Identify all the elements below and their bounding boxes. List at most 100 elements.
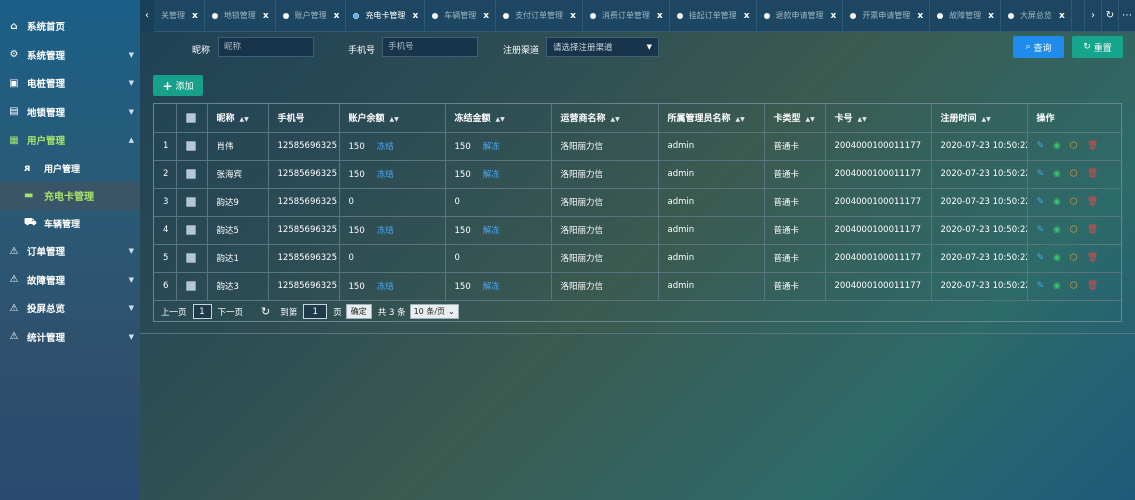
add-button[interactable]: + 添加 (153, 75, 203, 96)
edit-icon[interactable]: ✎ (1037, 281, 1045, 291)
sort-icon[interactable]: ▲▼ (611, 116, 620, 123)
current-page[interactable]: 1 (192, 304, 212, 319)
close-icon[interactable]: x (831, 11, 837, 21)
close-icon[interactable]: x (483, 11, 489, 21)
column-header-nickname[interactable]: 昵称 ▲▼ (207, 104, 269, 133)
view-icon[interactable]: ◉ (1053, 281, 1061, 291)
sort-icon[interactable]: ▲▼ (240, 116, 249, 123)
tab-refund-requests[interactable]: 退款申请管理 x (757, 0, 844, 32)
tab-payment-orders[interactable]: 支付订单管理 x (496, 0, 583, 32)
column-header-frozen[interactable]: 冻结金额 ▲▼ (445, 104, 552, 133)
column-header-card-no[interactable]: 卡号 ▲▼ (825, 104, 932, 133)
close-icon[interactable]: x (263, 11, 269, 21)
nav-item-statistics[interactable]: ⚠ 统计管理 ▼ (0, 323, 140, 352)
tab-fault-management[interactable]: 故障管理 x (930, 0, 1001, 32)
edit-icon[interactable]: ✎ (1037, 225, 1045, 235)
sort-icon[interactable]: ▲▼ (982, 116, 991, 123)
edit-icon[interactable]: ✎ (1037, 141, 1045, 151)
sort-icon[interactable]: ▲▼ (496, 116, 505, 123)
phone-input[interactable] (382, 37, 478, 57)
sort-icon[interactable]: ▲▼ (390, 116, 399, 123)
refresh-icon[interactable]: ↻ (261, 305, 270, 318)
delete-icon[interactable]: 🗑 (1087, 225, 1098, 235)
nickname-input[interactable] (218, 37, 314, 57)
edit-icon[interactable]: ✎ (1037, 197, 1045, 207)
nav-item-faults[interactable]: ⚠ 故障管理 ▼ (0, 266, 140, 295)
package-icon[interactable]: ⬡ (1070, 141, 1078, 151)
row-checkbox[interactable] (185, 140, 196, 151)
row-checkbox[interactable] (185, 280, 196, 291)
unfreeze-link[interactable]: 解冻 (483, 282, 500, 292)
unfreeze-link[interactable]: 解冻 (483, 142, 500, 152)
delete-icon[interactable]: 🗑 (1087, 141, 1098, 151)
refresh-button[interactable]: ↻ (1101, 0, 1118, 32)
view-icon[interactable]: ◉ (1053, 253, 1061, 263)
column-header-balance[interactable]: 账户余额 ▲▼ (339, 104, 446, 133)
tab-vehicle-management[interactable]: 车辆管理 x (425, 0, 497, 32)
delete-icon[interactable]: 🗑 (1087, 169, 1098, 179)
nav-item-system[interactable]: ⚙ 系统管理 ▼ (0, 41, 140, 70)
next-page-button[interactable]: 下一页 (218, 306, 244, 318)
package-icon[interactable]: ⬡ (1070, 197, 1078, 207)
close-icon[interactable]: x (1059, 11, 1065, 21)
close-icon[interactable]: x (988, 11, 994, 21)
goto-page-input[interactable]: 1 (303, 304, 328, 319)
tab-invoice-requests[interactable]: 开票申请管理 x (843, 0, 931, 32)
tab-big-screen[interactable]: 大屏总览 x (1001, 0, 1072, 32)
sub-item-charge-card[interactable]: ▬ 充电卡管理 (0, 182, 140, 210)
view-icon[interactable]: ◉ (1053, 141, 1061, 151)
column-header-reg-time[interactable]: 注册时间 ▲▼ (931, 104, 1028, 133)
package-icon[interactable]: ⬡ (1070, 169, 1078, 179)
tab-pending-orders[interactable]: 挂起订单管理 x (670, 0, 757, 32)
tab-scroll-right-button[interactable]: › (1084, 0, 1101, 32)
row-checkbox[interactable] (185, 196, 196, 207)
more-button[interactable]: ⋯ (1118, 0, 1135, 32)
tab-close-management[interactable]: 关管理 x (154, 0, 205, 32)
freeze-link[interactable]: 冻结 (377, 170, 394, 180)
close-icon[interactable]: x (917, 11, 923, 21)
row-checkbox[interactable] (185, 224, 196, 235)
column-header-operator[interactable]: 运营商名称 ▲▼ (551, 104, 659, 133)
tab-lock-management[interactable]: 地锁管理 x (205, 0, 276, 32)
close-icon[interactable]: x (744, 11, 750, 21)
unfreeze-link[interactable]: 解冻 (483, 226, 500, 236)
reset-button[interactable]: ↻ 重置 (1072, 36, 1123, 58)
row-checkbox[interactable] (185, 168, 196, 179)
package-icon[interactable]: ⬡ (1070, 225, 1078, 235)
sort-icon[interactable]: ▲▼ (736, 116, 745, 123)
nav-item-orders[interactable]: ⚠ 订单管理 ▼ (0, 237, 140, 266)
channel-select[interactable]: 请选择注册渠道 ▼ (546, 37, 659, 57)
tab-consume-orders[interactable]: 消费订单管理 x (583, 0, 670, 32)
goto-confirm-button[interactable]: 确定 (345, 304, 372, 319)
close-icon[interactable]: x (570, 11, 576, 21)
freeze-link[interactable]: 冻结 (377, 142, 394, 152)
column-header-card-type[interactable]: 卡类型 ▲▼ (764, 104, 826, 133)
sort-icon[interactable]: ▲▼ (806, 116, 815, 123)
sort-icon[interactable]: ▲▼ (858, 116, 867, 123)
freeze-link[interactable]: 冻结 (377, 226, 394, 236)
delete-icon[interactable]: 🗑 (1087, 197, 1098, 207)
sub-item-vehicles[interactable]: ⛟ 车辆管理 (0, 210, 140, 238)
close-icon[interactable]: x (192, 11, 198, 21)
edit-icon[interactable]: ✎ (1037, 169, 1045, 179)
package-icon[interactable]: ⬡ (1070, 281, 1078, 291)
nav-item-user-management[interactable]: ▦ 用户管理 ▲ (0, 126, 140, 155)
select-all-checkbox[interactable] (185, 112, 196, 123)
nav-item-screen-overview[interactable]: ⚠ 投屏总览 ▼ (0, 294, 140, 323)
delete-icon[interactable]: 🗑 (1087, 253, 1098, 263)
nav-item-lock[interactable]: ▤ 地锁管理 ▼ (0, 98, 140, 127)
freeze-link[interactable]: 冻结 (377, 282, 394, 292)
edit-icon[interactable]: ✎ (1037, 253, 1045, 263)
tab-scroll-left-button[interactable]: ‹ (140, 0, 154, 32)
view-icon[interactable]: ◉ (1053, 225, 1061, 235)
package-icon[interactable]: ⬡ (1070, 253, 1078, 263)
close-icon[interactable]: x (657, 11, 663, 21)
unfreeze-link[interactable]: 解冻 (483, 170, 500, 180)
prev-page-button[interactable]: 上一页 (161, 306, 187, 318)
view-icon[interactable]: ◉ (1053, 169, 1061, 179)
delete-icon[interactable]: 🗑 (1087, 281, 1098, 291)
page-size-select[interactable]: 10 条/页 ⌄ (409, 304, 459, 319)
sub-item-users[interactable]: ᴙ 用户管理 (0, 155, 140, 183)
nav-item-home[interactable]: ⌂ 系统首页 (0, 12, 140, 41)
close-icon[interactable]: x (334, 11, 340, 21)
